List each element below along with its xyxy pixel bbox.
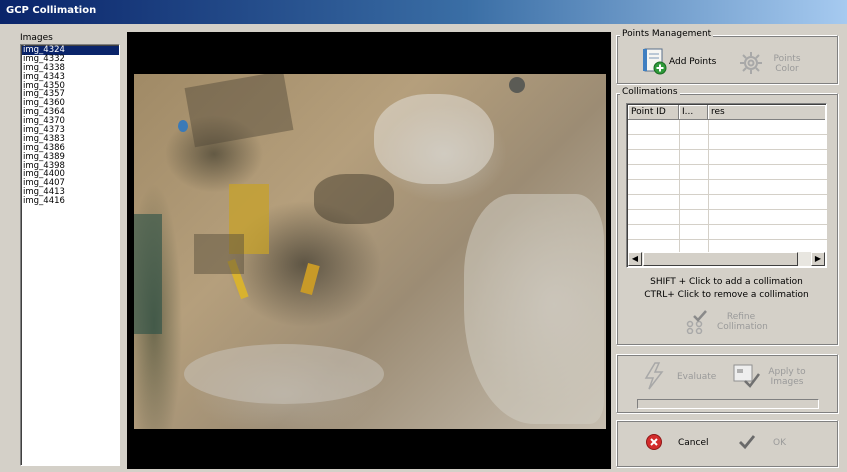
aerial-photo[interactable] xyxy=(134,74,606,429)
points-color-label: Points Color xyxy=(773,54,801,74)
scroll-thumb[interactable] xyxy=(643,252,798,266)
evaluation-progress-bar xyxy=(637,399,819,409)
list-item[interactable]: img_4416 xyxy=(22,197,119,206)
hint-remove-collimation: CTRL+ Click to remove a collimation xyxy=(644,290,809,300)
table-header: Point ID I... res xyxy=(628,105,825,120)
cancel-label: Cancel xyxy=(678,438,709,448)
apply-to-images-button[interactable]: Apply to Images xyxy=(731,362,807,392)
hint-add-collimation: SHIFT + Click to add a collimation xyxy=(650,277,803,287)
horizontal-scrollbar[interactable]: ◀ ▶ xyxy=(628,252,825,266)
points-color-button[interactable]: Points Color xyxy=(737,49,805,79)
check-icon xyxy=(738,433,756,454)
column-header-image[interactable]: I... xyxy=(679,105,708,120)
images-label: Images xyxy=(20,33,53,43)
column-header-res[interactable]: res xyxy=(708,105,825,120)
column-header-point-id[interactable]: Point ID xyxy=(628,105,679,120)
evaluate-button[interactable]: Evaluate xyxy=(641,361,717,394)
refine-collimation-label: Refine Collimation xyxy=(717,312,768,332)
ok-button[interactable]: OK xyxy=(738,432,786,454)
gear-icon xyxy=(737,49,765,80)
collimations-title: Collimations xyxy=(620,87,680,97)
points-management-title: Points Management xyxy=(620,29,714,39)
cancel-icon xyxy=(645,433,663,454)
add-points-icon xyxy=(641,47,669,78)
scroll-right-button[interactable]: ▶ xyxy=(811,252,825,266)
apply-images-icon xyxy=(731,362,761,393)
scroll-left-button[interactable]: ◀ xyxy=(628,252,642,266)
add-points-label: Add Points xyxy=(669,57,717,67)
refine-collimation-icon xyxy=(685,308,711,337)
window-title: GCP Collimation xyxy=(6,5,97,16)
apply-to-images-label: Apply to Images xyxy=(768,367,806,387)
table-body[interactable] xyxy=(628,120,827,252)
window-title-bar[interactable]: GCP Collimation xyxy=(0,0,847,24)
add-points-button[interactable]: Add Points xyxy=(641,47,716,77)
cancel-button[interactable]: Cancel xyxy=(645,432,709,454)
lightning-icon xyxy=(641,361,667,394)
refine-collimation-button[interactable]: Refine Collimation xyxy=(685,308,768,337)
evaluate-label: Evaluate xyxy=(677,372,717,382)
ok-label: OK xyxy=(773,438,786,448)
image-viewer[interactable] xyxy=(127,32,611,469)
images-list[interactable]: img_4324 img_4332 img_4338 img_4343 img_4350… xyxy=(20,44,120,466)
collimations-table[interactable]: Point ID I... res ◀ ▶ xyxy=(626,103,827,268)
